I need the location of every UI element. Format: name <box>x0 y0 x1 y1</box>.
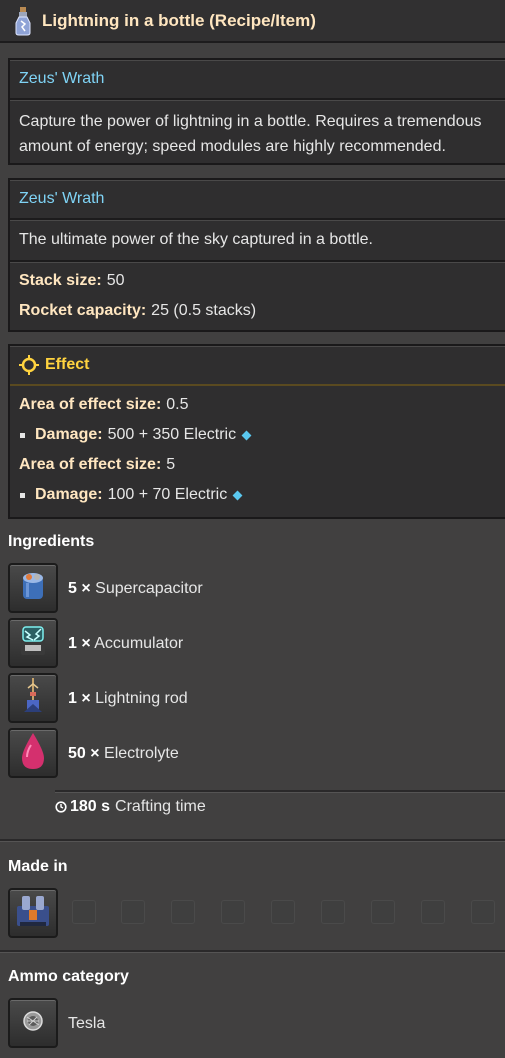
crafting-time-value: 180 s <box>70 798 111 815</box>
recipe-description: Capture the power of lightning in a bott… <box>19 113 482 155</box>
effect-heading: Effect <box>45 356 90 373</box>
clock-icon <box>55 801 67 813</box>
electric-icon <box>232 490 243 500</box>
lightning-rod-icon <box>18 676 48 721</box>
ingredient-row: 1 × Lightning rod <box>68 690 188 708</box>
empty-machine-slot <box>471 900 495 924</box>
electric-icon <box>241 430 252 440</box>
rocket-capacity-label: Rocket capacity: <box>19 302 147 319</box>
electrolyte-icon <box>18 731 48 776</box>
title-bar: Lightning in a bottle (Recipe/Item) <box>0 0 505 43</box>
ingredient-row: 5 × Supercapacitor <box>68 580 203 598</box>
empty-machine-slot <box>321 900 345 924</box>
bullet-icon <box>20 492 25 498</box>
crafting-time-row: 180 s Crafting time <box>55 798 206 816</box>
effect-damage-row: Damage: 100 + 70 Electric <box>10 480 505 510</box>
ingredient-name: Electrolyte <box>104 745 179 762</box>
ammo-category-heading: Ammo category <box>8 968 129 985</box>
window-title: Lightning in a bottle (Recipe/Item) <box>42 10 316 30</box>
damage-label: Damage: <box>35 426 103 443</box>
supercapacitor-icon <box>16 569 50 608</box>
electromagnetic-plant-icon <box>14 892 52 935</box>
area-label: Area of effect size: <box>19 456 162 473</box>
empty-machine-slot <box>121 900 145 924</box>
empty-machine-slot <box>421 900 445 924</box>
ingredient-amount: 1 × <box>68 690 91 707</box>
bullet-icon <box>20 432 25 438</box>
ingredient-slot-accumulator[interactable] <box>8 618 58 668</box>
empty-machine-slot <box>171 900 195 924</box>
stack-size-label: Stack size: <box>19 272 102 289</box>
empty-machine-slot <box>72 900 96 924</box>
effect-area-row: Area of effect size: 0.5 <box>10 390 505 420</box>
area-label: Area of effect size: <box>19 396 162 413</box>
area-value: 0.5 <box>166 396 189 413</box>
empty-machine-slot <box>221 900 245 924</box>
empty-machine-slot <box>371 900 395 924</box>
ingredient-amount: 5 × <box>68 580 91 597</box>
ingredients-heading: Ingredients <box>8 533 95 550</box>
ingredient-name: Supercapacitor <box>95 580 203 597</box>
tesla-ammo-icon <box>20 1008 46 1039</box>
damage-label: Damage: <box>35 486 103 503</box>
bottle-icon <box>6 1 40 41</box>
effect-panel: Effect Area of effect size: 0.5 Damage: … <box>8 344 505 519</box>
rocket-capacity-value: 25 (0.5 stacks) <box>151 302 257 319</box>
recipe-heading: Zeus' Wrath <box>10 60 505 100</box>
made-in-heading: Made in <box>8 858 68 875</box>
ingredient-slot-supercapacitor[interactable] <box>8 563 58 613</box>
ingredient-name: Accumulator <box>94 635 184 652</box>
ingredient-amount: 1 × <box>68 635 91 652</box>
ingredient-name: Lightning rod <box>95 690 188 707</box>
ingredient-row: 1 × Accumulator <box>68 635 183 653</box>
accumulator-icon <box>15 623 51 664</box>
ingredient-amount: 50 × <box>68 745 100 762</box>
crafting-time-label: Crafting time <box>115 798 206 815</box>
rocket-capacity-row: Rocket capacity: 25 (0.5 stacks) <box>10 296 505 326</box>
effect-header: Effect <box>10 346 505 386</box>
ingredient-row: 50 × Electrolyte <box>68 745 179 763</box>
target-icon <box>19 355 39 375</box>
item-description: The ultimate power of the sky captured i… <box>19 231 373 248</box>
recipe-panel: Zeus' Wrath Capture the power of lightni… <box>8 58 505 165</box>
ingredient-slot-lightning-rod[interactable] <box>8 673 58 723</box>
ammo-slot[interactable] <box>8 998 58 1048</box>
damage-value: 100 + 70 Electric <box>107 486 228 503</box>
empty-machine-slot <box>271 900 295 924</box>
effect-damage-row: Damage: 500 + 350 Electric <box>10 420 505 450</box>
ingredient-slot-electrolyte[interactable] <box>8 728 58 778</box>
item-panel: Zeus' Wrath The ultimate power of the sk… <box>8 178 505 332</box>
damage-value: 500 + 350 Electric <box>107 426 237 443</box>
ammo-category-name: Tesla <box>68 1015 106 1032</box>
effect-area-row: Area of effect size: 5 <box>10 450 505 480</box>
machine-slot[interactable] <box>8 888 58 938</box>
item-heading: Zeus' Wrath <box>10 180 505 220</box>
stack-size-row: Stack size: 50 <box>10 266 505 296</box>
area-value: 5 <box>166 456 176 473</box>
stack-size-value: 50 <box>106 272 125 289</box>
